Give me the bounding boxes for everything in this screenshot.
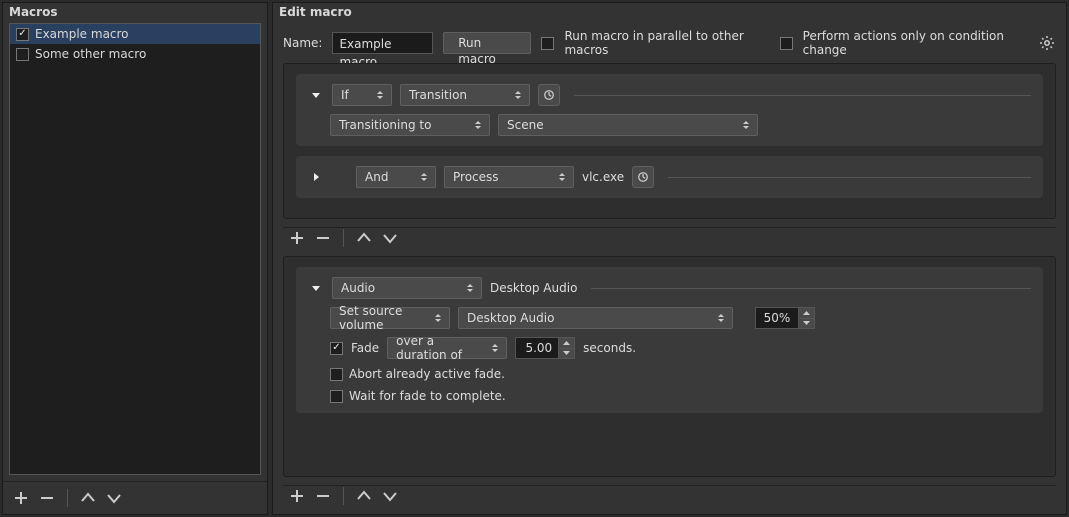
separator [574,95,1031,96]
add-button[interactable] [11,488,31,508]
fade-mode-select[interactable]: over a duration of [387,337,507,359]
condition-change-label: Perform actions only on condition change [803,29,1028,57]
action-source-select[interactable]: Desktop Audio [458,307,733,329]
separator [591,288,1031,289]
name-label: Name: [283,36,322,50]
conditions-section: If Transition Transitioning to Scene [283,63,1056,219]
transition-field-select[interactable]: Transitioning to [330,114,490,136]
remove-button[interactable] [37,488,57,508]
move-up-button[interactable] [354,228,374,248]
macro-checkbox[interactable] [16,48,29,61]
fade-label: Fade [351,341,379,355]
abort-fade-label: Abort already active fade. [349,367,505,381]
disclosure-collapsed-icon[interactable] [308,169,324,185]
settings-button[interactable] [1038,33,1056,53]
macros-toolbar [3,481,267,514]
list-item[interactable]: Some other macro [10,44,260,64]
action-block: Audio Desktop Audio Set source volume De… [296,267,1043,413]
move-up-button[interactable] [354,486,374,506]
actions-section: Audio Desktop Audio Set source volume De… [283,256,1056,477]
stepper-down-icon [559,349,574,359]
move-down-button[interactable] [104,488,124,508]
conditions-toolbar [283,227,1056,248]
separator [343,229,344,247]
timer-icon[interactable] [538,84,560,106]
move-down-button[interactable] [380,486,400,506]
logic-select[interactable]: And [356,166,436,188]
remove-button[interactable] [313,486,333,506]
edit-macro-title: Edit macro [273,3,1066,23]
parallel-checkbox[interactable] [541,37,554,50]
condition-change-checkbox[interactable] [780,37,793,50]
timer-icon[interactable] [632,166,654,188]
separator [343,487,344,505]
move-down-button[interactable] [380,228,400,248]
macro-name-input[interactable]: Example macro [332,32,433,54]
wait-fade-checkbox[interactable] [330,390,343,403]
macro-checkbox[interactable] [16,28,29,41]
stepper-up-icon [559,338,574,349]
macro-label: Example macro [35,27,129,41]
disclosure-expanded-icon[interactable] [308,280,324,296]
condition-type-select[interactable]: Transition [400,84,530,106]
add-button[interactable] [287,228,307,248]
wait-fade-label: Wait for fade to complete. [349,389,506,403]
list-item[interactable]: Example macro [10,24,260,44]
macros-panel: Macros Example macro Some other macro [2,2,268,515]
edit-header-row: Name: Example macro Run macro Run macro … [273,23,1066,63]
add-button[interactable] [287,486,307,506]
actions-toolbar [283,485,1056,506]
condition-type-select[interactable]: Process [444,166,574,188]
separator [668,177,1031,178]
stepper-up-icon [799,308,814,319]
parallel-label: Run macro in parallel to other macros [564,29,769,57]
logic-select[interactable]: If [332,84,392,106]
stepper-down-icon [799,319,814,329]
action-method-select[interactable]: Set source volume [330,307,450,329]
condition-block: If Transition Transitioning to Scene [296,74,1043,146]
condition-value: vlc.exe [582,170,624,184]
run-macro-button[interactable]: Run macro [443,32,531,54]
macro-label: Some other macro [35,47,146,61]
separator [67,489,68,507]
condition-block: And Process vlc.exe [296,156,1043,198]
fade-checkbox[interactable] [330,342,343,355]
abort-fade-checkbox[interactable] [330,368,343,381]
transition-target-select[interactable]: Scene [498,114,758,136]
macro-list[interactable]: Example macro Some other macro [9,23,261,475]
action-side-label: Desktop Audio [490,281,577,295]
action-type-select[interactable]: Audio [332,277,482,299]
macros-title: Macros [3,3,267,23]
move-up-button[interactable] [78,488,98,508]
fade-suffix: seconds. [583,341,636,355]
volume-input[interactable]: 50% [755,307,815,329]
fade-duration-input[interactable]: 5.00 [515,337,575,359]
disclosure-expanded-icon[interactable] [308,87,324,103]
remove-button[interactable] [313,228,333,248]
edit-macro-panel: Edit macro Name: Example macro Run macro… [272,2,1067,515]
